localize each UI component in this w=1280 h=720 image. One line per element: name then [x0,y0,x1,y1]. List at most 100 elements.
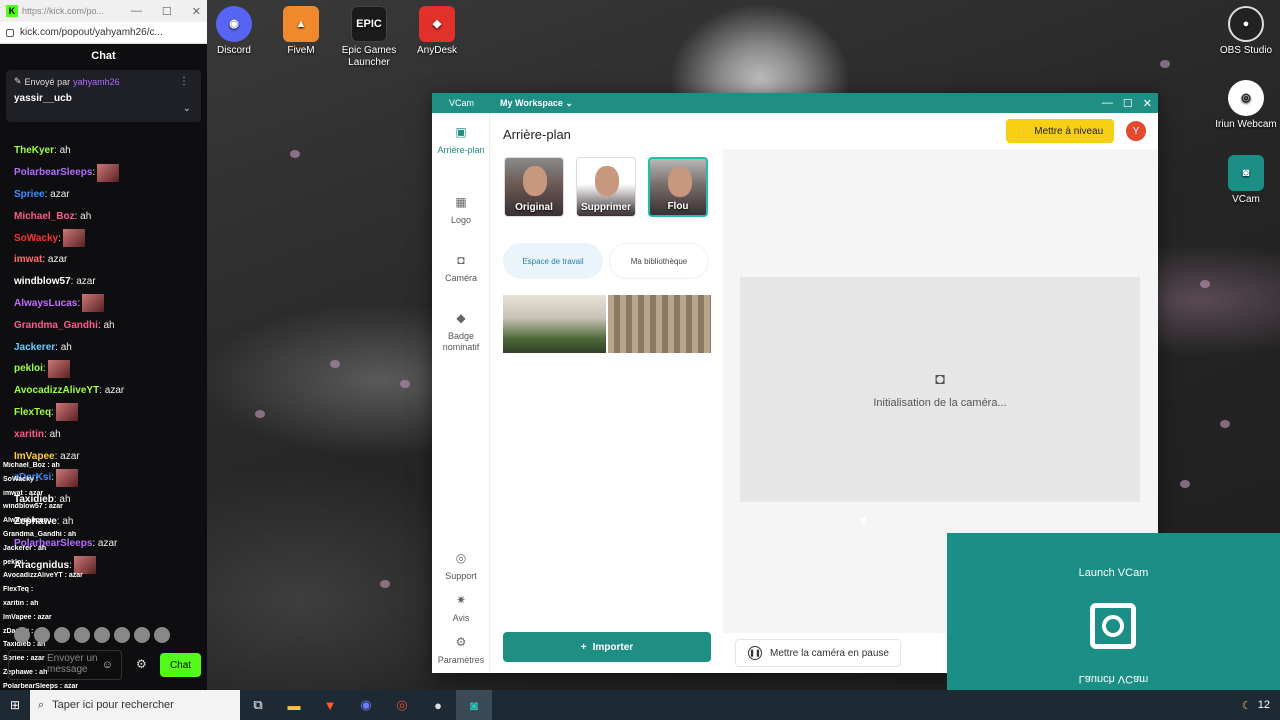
chat-emote [97,163,120,182]
chat-username[interactable]: PolarbearSleeps [14,167,92,178]
chat-text: : azar [99,385,125,397]
chat-username[interactable]: SoWacky [14,233,58,244]
nav-parametres[interactable]: ⚙ Paramètres [432,636,490,666]
overlay-message: SoWacky : [3,475,39,483]
kick-icon: K [6,5,18,17]
nav-support[interactable]: ◎ Support [432,551,490,582]
section-title: Arrière-plan [503,127,571,142]
overlay-message: AlwaysLucas : [3,517,52,525]
desktop-icon-label: VCam [1232,194,1260,205]
bg-option-supprimer[interactable]: Supprimer [576,157,636,217]
emote-icon[interactable] [134,627,150,643]
chat-message: FlexTeq: [14,402,203,424]
background-thumbnail[interactable] [503,295,606,353]
emote-icon[interactable] [34,627,50,643]
desktop-icon-iriun[interactable]: ◎ Iriun Webcam [1206,80,1280,131]
vcam-taskbar-icon[interactable]: ◙ [456,690,492,720]
browser-title-bar: K https://kick.com/po... — ☐ ✕ [0,0,207,22]
brave-icon[interactable]: ▼ [312,690,348,720]
emote-icon[interactable] [14,627,30,643]
chat-username[interactable]: windblow57 [14,276,71,287]
tab-espace-de-travail[interactable]: Espace de travail [503,243,603,279]
close-icon[interactable]: ✕ [192,5,201,18]
fivem-icon: ▲ [283,6,319,42]
moon-icon[interactable]: ☾ [1242,699,1252,712]
emote-icon[interactable] [54,627,70,643]
background-thumbnail[interactable] [608,295,711,353]
desktop-icon-label: OBS Studio [1219,45,1273,56]
launch-title: Launch VCam [1078,567,1149,579]
taskbar-search[interactable]: ⌕ Taper ici pour rechercher [30,690,240,720]
pinned-prefix: Envoyé par [24,76,71,87]
chat-username[interactable]: pekloi [14,363,43,374]
chat-username[interactable]: Michael_Boz [14,211,75,222]
close-icon[interactable]: ✕ [1143,97,1152,110]
clock[interactable]: 12 [1258,699,1270,711]
chat-send-button[interactable]: Chat [160,653,201,677]
file-explorer-icon[interactable]: ▬ [276,690,312,720]
preview-toolbar: ⚡ Mettre à niveau Y [723,113,1158,149]
task-view-icon[interactable]: ⧉ [240,690,276,720]
overlay-message: Michael_Boz : ah [3,462,60,469]
chat-username[interactable]: Jackerer [14,342,55,353]
chat-message: PolarbearSleeps: [14,162,203,184]
emote-icon[interactable] [114,627,130,643]
chevron-down-icon[interactable]: ⌄ [183,103,191,114]
more-icon[interactable]: ⋮ [179,76,189,87]
pinned-sender[interactable]: yahyamh26 [73,77,120,87]
nav-logo[interactable]: ▦ Logo [432,196,490,226]
minimize-icon[interactable]: — [131,5,142,18]
chat-username[interactable]: AvocadizzAliveYT [14,385,99,396]
emote-icon[interactable] [74,627,90,643]
chat-text: : ah [44,428,61,440]
chat-username[interactable]: ImVapee [14,451,55,462]
windows-start-icon[interactable]: ⊞ [0,690,30,720]
chat-username[interactable]: Grandma_Gandhi [14,320,98,331]
tab-ma-bibliotheque[interactable]: Ma bibliothèque [609,243,709,279]
chat-username[interactable]: TheKyer [14,145,54,156]
upgrade-button[interactable]: ⚡ Mettre à niveau [1006,119,1114,143]
chat-username[interactable]: AlwaysLucas [14,298,77,309]
workspace-selector[interactable]: My Workspace ⌄ [500,98,573,109]
chat-emote [47,359,70,378]
emote-icon[interactable] [154,627,170,643]
camera-icon: ◘ [457,253,465,267]
minimize-icon[interactable]: — [1102,97,1113,110]
nav-avis[interactable]: ✷ Avis [432,594,490,624]
obs-icon: ● [1228,6,1264,42]
chat-message: SoWacky: [14,227,203,249]
obs-taskbar-icon[interactable]: ● [420,690,456,720]
chat-message: pekloi: [14,358,203,380]
address-text: kick.com/popout/yahyamh26/c... [20,27,163,38]
gear-icon[interactable]: ⚙ [136,657,147,671]
chat-text: : azar [54,450,80,462]
nav-camera[interactable]: ◘ Caméra [432,253,490,284]
bg-option-original[interactable]: Original [504,157,564,217]
pinned-message[interactable]: ✎ Envoyé par yahyamh26 yassir__ucb ⋮ ⌄ [6,70,201,122]
chat-username[interactable]: FlexTeq [14,407,51,418]
support-icon: ◎ [455,551,467,565]
emoji-icon[interactable]: ☺ [102,660,113,671]
chat-username[interactable]: imwat [14,254,42,265]
pause-camera-button[interactable]: ❚❚ Mettre la caméra en pause [735,639,901,667]
nav-badge[interactable]: ◆ Badge nominatif [432,312,490,353]
discord-taskbar-icon[interactable]: ◉ [348,690,384,720]
maximize-icon[interactable]: ☐ [1123,97,1133,110]
desktop-icon-anydesk[interactable]: ◆ AnyDesk [397,6,477,57]
chat-username[interactable]: xaritin [14,429,44,440]
overlay-message: pekloi : [3,558,28,566]
chat-input[interactable]: Envoyer un message ☺ [8,650,122,680]
avatar[interactable]: Y [1126,121,1146,141]
iriun-icon: ◎ [1228,80,1264,116]
emote-icon[interactable] [94,627,110,643]
desktop-icon-vcam[interactable]: ◙ VCam [1206,155,1280,206]
desktop-icon-obs[interactable]: ● OBS Studio [1206,6,1280,57]
chrome-icon[interactable]: ◎ [384,690,420,720]
bg-option-flou[interactable]: Flou [648,157,708,217]
chat-username[interactable]: Spriee [14,189,45,200]
maximize-icon[interactable]: ☐ [162,5,172,18]
address-bar[interactable]: kick.com/popout/yahyamh26/c... [0,22,207,44]
nav-arriere-plan[interactable]: ▣ Arrière-plan [432,126,490,156]
import-button[interactable]: + Importer [503,632,711,662]
chat-text: : ah [54,145,71,157]
